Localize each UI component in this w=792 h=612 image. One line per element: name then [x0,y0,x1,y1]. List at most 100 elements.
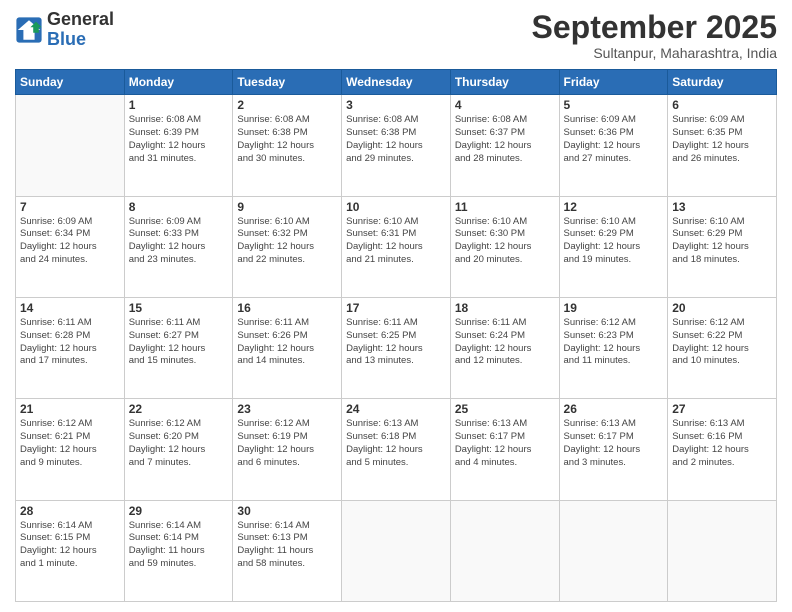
calendar-cell: 29 Sunrise: 6:14 AM Sunset: 6:14 PM Dayli… [124,500,233,601]
day-info: Sunrise: 6:11 AM Sunset: 6:28 PM Dayligh… [20,317,120,368]
day-number: 11 [455,200,555,214]
day-number: 25 [455,402,555,416]
calendar-cell: 5 Sunrise: 6:09 AM Sunset: 6:36 PM Daylig… [559,95,668,196]
day-info: Sunrise: 6:11 AM Sunset: 6:25 PM Dayligh… [346,317,446,368]
day-number: 9 [237,200,337,214]
calendar-cell: 27 Sunrise: 6:13 AM Sunset: 6:16 PM Dayli… [668,399,777,500]
calendar-cell: 30Sunrise: 6:14 AM Sunset: 6:13 PM Dayli… [233,500,342,601]
day-info: Sunrise: 6:12 AM Sunset: 6:19 PM Dayligh… [237,418,337,469]
calendar-cell: 19 Sunrise: 6:12 AM Sunset: 6:23 PM Dayli… [559,297,668,398]
logo-icon [15,16,43,44]
calendar: SundayMondayTuesdayWednesdayThursdayFrid… [15,69,777,602]
calendar-cell: 2 Sunrise: 6:08 AM Sunset: 6:38 PM Daylig… [233,95,342,196]
day-number: 21 [20,402,120,416]
calendar-cell: 15 Sunrise: 6:11 AM Sunset: 6:27 PM Dayli… [124,297,233,398]
calendar-cell: 7 Sunrise: 6:09 AM Sunset: 6:34 PM Daylig… [16,196,125,297]
calendar-cell: 14Sunrise: 6:11 AM Sunset: 6:28 PM Dayli… [16,297,125,398]
calendar-cell: 22 Sunrise: 6:12 AM Sunset: 6:20 PM Dayli… [124,399,233,500]
day-info: Sunrise: 6:14 AM Sunset: 6:14 PM Dayligh… [129,520,229,571]
calendar-cell: 10 Sunrise: 6:10 AM Sunset: 6:31 PM Dayli… [342,196,451,297]
day-info: Sunrise: 6:13 AM Sunset: 6:16 PM Dayligh… [672,418,772,469]
day-info: Sunrise: 6:10 AM Sunset: 6:29 PM Dayligh… [564,216,664,267]
day-number: 1 [129,98,229,112]
day-info: Sunrise: 6:10 AM Sunset: 6:30 PM Dayligh… [455,216,555,267]
calendar-cell: 3 Sunrise: 6:08 AM Sunset: 6:38 PM Daylig… [342,95,451,196]
day-number: 29 [129,504,229,518]
calendar-cell: 28Sunrise: 6:14 AM Sunset: 6:15 PM Dayli… [16,500,125,601]
day-info: Sunrise: 6:09 AM Sunset: 6:36 PM Dayligh… [564,114,664,165]
day-number: 8 [129,200,229,214]
day-number: 12 [564,200,664,214]
calendar-cell: 25 Sunrise: 6:13 AM Sunset: 6:17 PM Dayli… [450,399,559,500]
day-number: 16 [237,301,337,315]
day-number: 15 [129,301,229,315]
calendar-header-tuesday: Tuesday [233,70,342,95]
day-info: Sunrise: 6:09 AM Sunset: 6:35 PM Dayligh… [672,114,772,165]
title-block: September 2025 Sultanpur, Maharashtra, I… [532,10,777,61]
calendar-cell: 4Sunrise: 6:08 AM Sunset: 6:37 PM Daylig… [450,95,559,196]
day-number: 10 [346,200,446,214]
day-info: Sunrise: 6:12 AM Sunset: 6:23 PM Dayligh… [564,317,664,368]
day-number: 23 [237,402,337,416]
day-number: 28 [20,504,120,518]
calendar-cell: 6Sunrise: 6:09 AM Sunset: 6:35 PM Daylig… [668,95,777,196]
day-info: Sunrise: 6:09 AM Sunset: 6:33 PM Dayligh… [129,216,229,267]
day-info: Sunrise: 6:13 AM Sunset: 6:17 PM Dayligh… [455,418,555,469]
day-number: 17 [346,301,446,315]
day-info: Sunrise: 6:11 AM Sunset: 6:24 PM Dayligh… [455,317,555,368]
day-number: 22 [129,402,229,416]
calendar-week-3: 14Sunrise: 6:11 AM Sunset: 6:28 PM Dayli… [16,297,777,398]
day-info: Sunrise: 6:12 AM Sunset: 6:22 PM Dayligh… [672,317,772,368]
day-info: Sunrise: 6:10 AM Sunset: 6:29 PM Dayligh… [672,216,772,267]
day-info: Sunrise: 6:10 AM Sunset: 6:32 PM Dayligh… [237,216,337,267]
calendar-week-1: 1 Sunrise: 6:08 AM Sunset: 6:39 PM Daylig… [16,95,777,196]
calendar-cell: 13 Sunrise: 6:10 AM Sunset: 6:29 PM Dayli… [668,196,777,297]
calendar-cell: 17 Sunrise: 6:11 AM Sunset: 6:25 PM Dayli… [342,297,451,398]
calendar-cell: 18 Sunrise: 6:11 AM Sunset: 6:24 PM Dayli… [450,297,559,398]
location-subtitle: Sultanpur, Maharashtra, India [532,45,777,61]
day-info: Sunrise: 6:08 AM Sunset: 6:39 PM Dayligh… [129,114,229,165]
calendar-week-5: 28Sunrise: 6:14 AM Sunset: 6:15 PM Dayli… [16,500,777,601]
day-number: 24 [346,402,446,416]
day-info: Sunrise: 6:08 AM Sunset: 6:38 PM Dayligh… [237,114,337,165]
day-info: Sunrise: 6:13 AM Sunset: 6:18 PM Dayligh… [346,418,446,469]
day-info: Sunrise: 6:11 AM Sunset: 6:27 PM Dayligh… [129,317,229,368]
calendar-cell: 26Sunrise: 6:13 AM Sunset: 6:17 PM Dayli… [559,399,668,500]
calendar-cell: 1 Sunrise: 6:08 AM Sunset: 6:39 PM Daylig… [124,95,233,196]
calendar-cell [450,500,559,601]
day-number: 5 [564,98,664,112]
day-number: 4 [455,98,555,112]
calendar-header-row: SundayMondayTuesdayWednesdayThursdayFrid… [16,70,777,95]
calendar-cell [668,500,777,601]
calendar-cell: 12 Sunrise: 6:10 AM Sunset: 6:29 PM Dayli… [559,196,668,297]
day-info: Sunrise: 6:12 AM Sunset: 6:20 PM Dayligh… [129,418,229,469]
calendar-week-4: 21 Sunrise: 6:12 AM Sunset: 6:21 PM Dayli… [16,399,777,500]
calendar-cell: 21 Sunrise: 6:12 AM Sunset: 6:21 PM Dayli… [16,399,125,500]
calendar-cell: 16 Sunrise: 6:11 AM Sunset: 6:26 PM Dayli… [233,297,342,398]
calendar-cell: 9 Sunrise: 6:10 AM Sunset: 6:32 PM Daylig… [233,196,342,297]
calendar-cell [559,500,668,601]
calendar-header-friday: Friday [559,70,668,95]
day-info: Sunrise: 6:09 AM Sunset: 6:34 PM Dayligh… [20,216,120,267]
day-info: Sunrise: 6:12 AM Sunset: 6:21 PM Dayligh… [20,418,120,469]
day-number: 30 [237,504,337,518]
calendar-cell: 20Sunrise: 6:12 AM Sunset: 6:22 PM Dayli… [668,297,777,398]
day-number: 26 [564,402,664,416]
calendar-cell [16,95,125,196]
day-number: 3 [346,98,446,112]
day-number: 18 [455,301,555,315]
calendar-header-monday: Monday [124,70,233,95]
day-info: Sunrise: 6:11 AM Sunset: 6:26 PM Dayligh… [237,317,337,368]
day-number: 7 [20,200,120,214]
header: General Blue September 2025 Sultanpur, M… [15,10,777,61]
calendar-cell: 23 Sunrise: 6:12 AM Sunset: 6:19 PM Dayli… [233,399,342,500]
day-number: 19 [564,301,664,315]
day-number: 27 [672,402,772,416]
logo: General Blue [15,10,114,50]
day-info: Sunrise: 6:08 AM Sunset: 6:38 PM Dayligh… [346,114,446,165]
day-info: Sunrise: 6:10 AM Sunset: 6:31 PM Dayligh… [346,216,446,267]
day-number: 2 [237,98,337,112]
calendar-week-2: 7 Sunrise: 6:09 AM Sunset: 6:34 PM Daylig… [16,196,777,297]
day-number: 13 [672,200,772,214]
calendar-cell: 11 Sunrise: 6:10 AM Sunset: 6:30 PM Dayli… [450,196,559,297]
